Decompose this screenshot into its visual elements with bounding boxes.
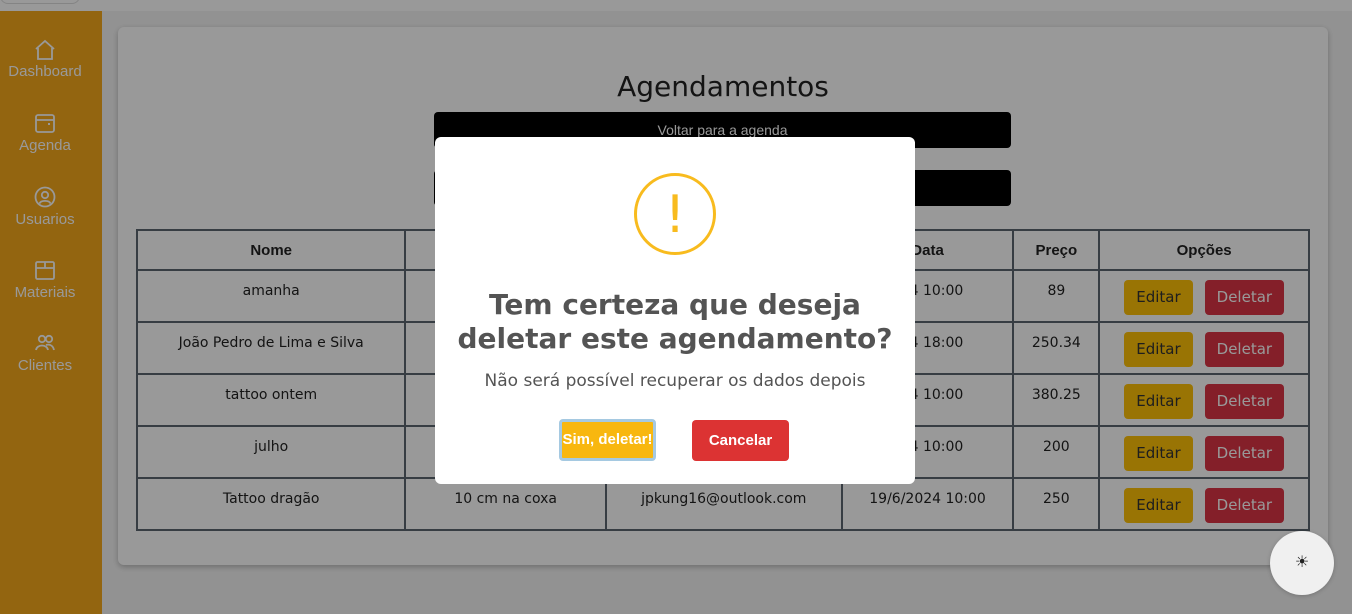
sun-icon: ☀ bbox=[1294, 554, 1310, 571]
cancel-button[interactable]: Cancelar bbox=[692, 420, 789, 461]
warning-icon: ! bbox=[634, 173, 716, 255]
confirm-delete-button[interactable]: Sim, deletar! bbox=[559, 419, 656, 461]
confirm-delete-dialog: ! Tem certeza que deseja deletar este ag… bbox=[435, 137, 915, 484]
dialog-text: Não será possível recuperar os dados dep… bbox=[484, 371, 866, 391]
dialog-title: Tem certeza que deseja deletar este agen… bbox=[457, 288, 893, 355]
theme-toggle-button[interactable]: ☀ bbox=[1270, 531, 1334, 595]
